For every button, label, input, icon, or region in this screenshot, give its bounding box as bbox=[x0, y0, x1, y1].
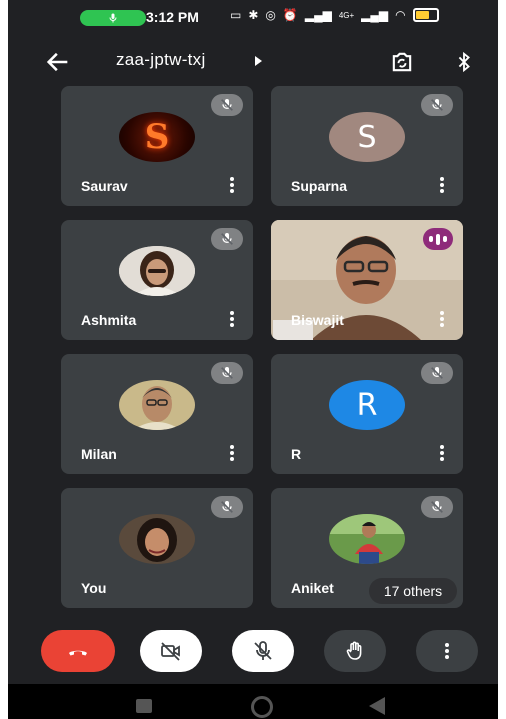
camera-toggle-button[interactable] bbox=[140, 630, 202, 672]
more-options-icon[interactable] bbox=[439, 176, 445, 194]
signal-2-icon: ▂▄▆ bbox=[361, 8, 389, 22]
avatar-photo bbox=[119, 380, 195, 430]
meet-app: 3:12 PM ▭ ✱ ◎ ⏰ ▂▄▆ 4G+ ▂▄▆ ◠ zaa-jptw-t… bbox=[8, 0, 498, 719]
participant-name: Milan bbox=[81, 446, 117, 462]
avatar: R bbox=[329, 380, 405, 430]
participant-name: Ashmita bbox=[81, 312, 137, 328]
mic-off-icon bbox=[221, 501, 233, 513]
avatar: S bbox=[119, 112, 195, 162]
avatar-letter: S bbox=[357, 119, 377, 155]
more-options-icon[interactable] bbox=[439, 310, 445, 328]
status-icons: ▭ ✱ ◎ ⏰ ▂▄▆ 4G+ ▂▄▆ ◠ bbox=[230, 8, 439, 22]
avatar-photo bbox=[119, 514, 195, 564]
cast-icon: ▭ bbox=[230, 8, 242, 22]
back-arrow-icon[interactable] bbox=[44, 48, 72, 76]
ongoing-call-pill[interactable] bbox=[80, 10, 146, 26]
person-photo-icon bbox=[119, 246, 195, 296]
more-options-icon[interactable] bbox=[439, 444, 445, 462]
avatar-photo bbox=[329, 514, 405, 564]
mic-off-icon bbox=[221, 367, 233, 379]
wifi-icon: ◠ bbox=[395, 8, 406, 22]
hotspot-icon: ◎ bbox=[265, 8, 276, 22]
mic-off-icon bbox=[221, 99, 233, 111]
muted-mic-badge bbox=[211, 496, 243, 518]
participant-name: Aniket bbox=[291, 580, 334, 596]
participant-tile-r[interactable]: R R bbox=[271, 354, 463, 474]
muted-mic-badge bbox=[211, 228, 243, 250]
signal-icon: ▂▄▆ bbox=[304, 8, 332, 22]
avatar: S bbox=[329, 112, 405, 162]
more-options-button[interactable] bbox=[416, 630, 478, 672]
meeting-code[interactable]: zaa-jptw-txj bbox=[116, 50, 206, 70]
speaking-indicator bbox=[423, 228, 453, 250]
muted-mic-badge bbox=[421, 496, 453, 518]
person-photo-icon bbox=[119, 380, 195, 430]
microphone-toggle-button[interactable] bbox=[232, 630, 294, 672]
muted-mic-badge bbox=[211, 94, 243, 116]
home-button[interactable] bbox=[251, 696, 273, 718]
muted-mic-badge bbox=[211, 362, 243, 384]
status-bar: 3:12 PM ▭ ✱ ◎ ⏰ ▂▄▆ 4G+ ▂▄▆ ◠ bbox=[8, 0, 498, 30]
bluetooth-status-icon: ✱ bbox=[248, 8, 259, 22]
bluetooth-audio-icon[interactable] bbox=[453, 48, 475, 76]
end-call-button[interactable] bbox=[41, 630, 115, 672]
participant-tile-aniket[interactable]: Aniket 17 others bbox=[271, 488, 463, 608]
participant-tile-you[interactable]: You bbox=[61, 488, 253, 608]
meeting-header: zaa-jptw-txj bbox=[8, 40, 498, 84]
others-count-pill[interactable]: 17 others bbox=[369, 578, 457, 604]
person-photo-icon bbox=[119, 514, 195, 564]
participant-tile-suparna[interactable]: S Suparna bbox=[271, 86, 463, 206]
participant-tile-ashmita[interactable]: Ashmita bbox=[61, 220, 253, 340]
meeting-details-caret-icon[interactable] bbox=[255, 56, 262, 66]
muted-mic-badge bbox=[421, 362, 453, 384]
mic-off-icon bbox=[431, 367, 443, 379]
more-options-icon[interactable] bbox=[229, 444, 235, 462]
more-options-icon[interactable] bbox=[229, 310, 235, 328]
participant-tile-saurav[interactable]: S Saurav bbox=[61, 86, 253, 206]
more-vert-icon bbox=[445, 643, 449, 659]
muted-mic-badge bbox=[421, 94, 453, 116]
status-time: 3:12 PM bbox=[146, 9, 199, 25]
alarm-icon: ⏰ bbox=[282, 8, 298, 22]
participant-name: You bbox=[81, 580, 107, 596]
switch-camera-icon[interactable] bbox=[388, 48, 416, 76]
camera-off-icon bbox=[161, 642, 180, 661]
end-call-icon bbox=[69, 650, 87, 656]
battery-icon bbox=[412, 8, 439, 22]
participant-name: Suparna bbox=[291, 178, 348, 194]
mic-off-icon bbox=[254, 641, 272, 660]
avatar-photo bbox=[119, 246, 195, 296]
avatar-letter: S bbox=[144, 117, 170, 157]
mic-off-icon bbox=[221, 233, 233, 245]
mic-off-icon bbox=[431, 99, 443, 111]
nav-back-button[interactable] bbox=[369, 697, 385, 715]
avatar-letter: R bbox=[356, 387, 378, 423]
participant-name: Saurav bbox=[81, 178, 128, 194]
participant-tile-milan[interactable]: Milan bbox=[61, 354, 253, 474]
microphone-icon bbox=[109, 13, 117, 23]
person-photo-icon bbox=[329, 514, 405, 564]
system-navigation-bar bbox=[8, 684, 498, 719]
participant-tile-biswajit[interactable]: Biswajit bbox=[271, 220, 463, 340]
participant-name: R bbox=[291, 446, 302, 462]
mic-off-icon bbox=[431, 501, 443, 513]
raise-hand-icon bbox=[346, 641, 362, 660]
raise-hand-button[interactable] bbox=[324, 630, 386, 672]
network-type-icon: 4G+ bbox=[338, 10, 355, 20]
participant-name: Biswajit bbox=[291, 312, 344, 328]
more-options-icon[interactable] bbox=[229, 176, 235, 194]
recents-button[interactable] bbox=[136, 699, 152, 713]
